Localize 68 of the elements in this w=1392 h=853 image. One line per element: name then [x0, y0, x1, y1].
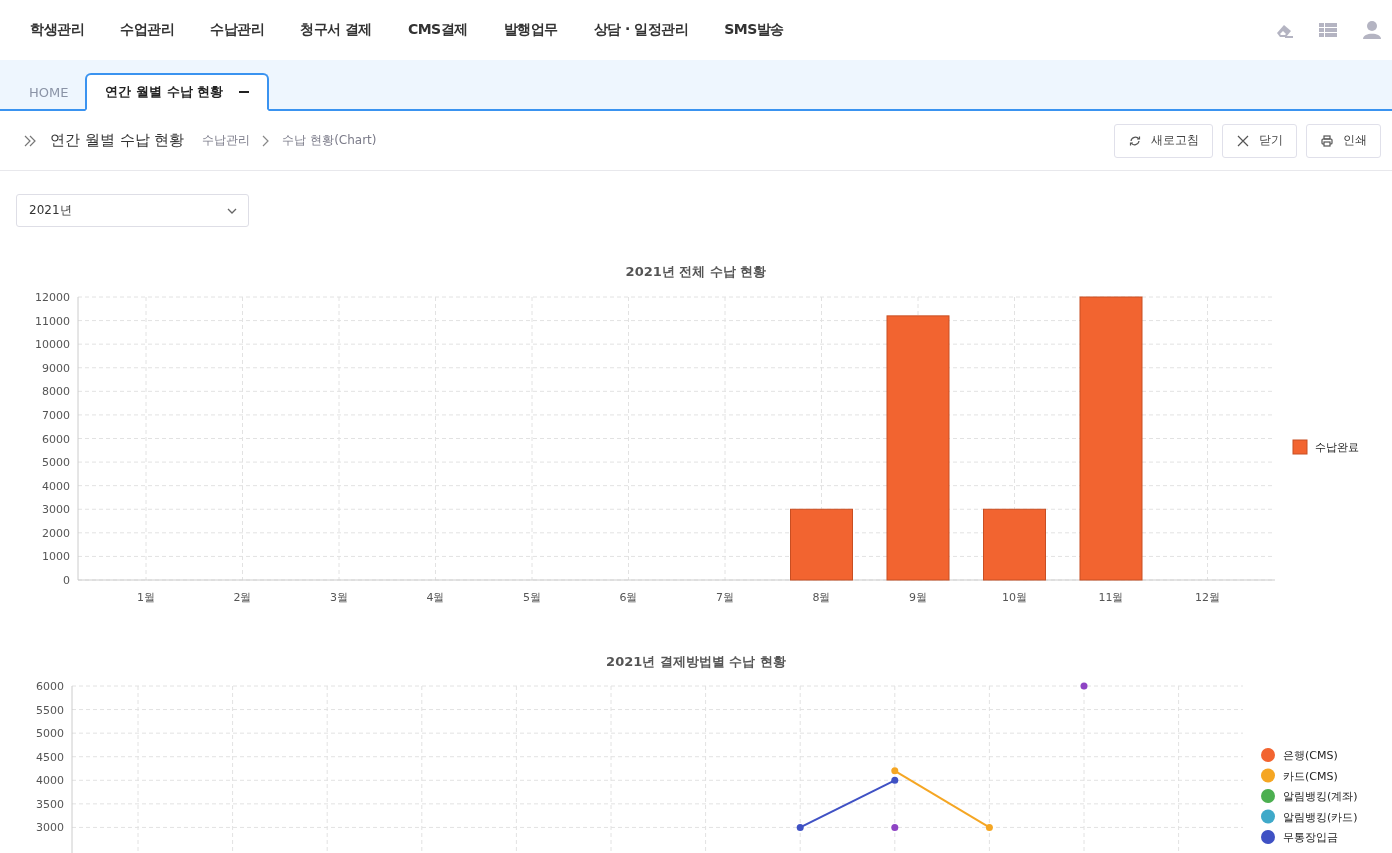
refresh-icon — [1129, 134, 1141, 147]
axis-tick-label: 2월 — [233, 591, 252, 604]
menu-item[interactable]: CMS결제 — [407, 21, 468, 39]
axis-tick-label: 6000 — [42, 432, 70, 446]
breadcrumb-link[interactable]: 수납관리 — [202, 132, 251, 149]
legend-label: 무통장입금 — [1283, 831, 1338, 844]
axis-tick-label: 4000 — [42, 479, 70, 493]
axis-tick-label: 0 — [63, 574, 70, 587]
axis-tick-label: 3000 — [42, 503, 70, 517]
chevron-right-icon — [262, 134, 271, 147]
menu-item[interactable]: 학생관리 — [30, 21, 84, 39]
axis-tick-label: 2000 — [42, 526, 70, 540]
axis-tick-label: 4500 — [36, 750, 64, 764]
chevron-down-icon — [227, 207, 237, 214]
legend-label: 알림뱅킹(계좌) — [1283, 790, 1358, 803]
data-point — [1080, 682, 1088, 690]
axis-tick-label: 5000 — [42, 456, 70, 470]
year-select[interactable]: 2021년 — [16, 194, 249, 227]
axis-tick-label: 6월 — [619, 591, 638, 604]
axis-tick-label: 4000 — [36, 774, 64, 788]
breadcrumb-link[interactable]: 수납 현황(Chart) — [282, 132, 377, 149]
close-icon — [1237, 134, 1249, 147]
table-icon[interactable] — [1318, 20, 1338, 40]
axis-tick-label: 6000 — [36, 680, 64, 693]
data-point — [985, 823, 993, 831]
legend-label: 은행(CMS) — [1283, 749, 1338, 762]
axis-tick-label: 12000 — [35, 291, 70, 304]
axis-tick-label: 12월 — [1195, 591, 1220, 604]
axis-tick-label: 9000 — [42, 361, 70, 375]
double-chevron-icon — [24, 134, 36, 147]
menu-item[interactable]: 수납관리 — [210, 21, 264, 39]
legend-label: 카드(CMS) — [1283, 769, 1338, 783]
axis-tick-label: 3000 — [36, 821, 64, 835]
axis-tick-label: 11월 — [1098, 591, 1124, 604]
toolbar-button[interactable]: 닫기 — [1222, 123, 1297, 158]
toolbar-button[interactable]: 인쇄 — [1306, 123, 1381, 158]
user-icon[interactable] — [1362, 20, 1382, 40]
menu-item[interactable]: SMS발송 — [724, 21, 784, 39]
tab[interactable]: 연간 월별 수납 현황 — [85, 73, 270, 111]
menu-item[interactable]: 수업관리 — [120, 21, 174, 39]
axis-tick-label: 1000 — [42, 550, 70, 564]
axis-tick-label: 9월 — [909, 591, 927, 604]
axis-tick-label: 10000 — [35, 338, 70, 352]
data-point — [891, 823, 899, 831]
axis-tick-label: 5월 — [523, 591, 541, 604]
legend-label: 알림뱅킹(카드) — [1283, 810, 1358, 824]
axis-tick-label: 4월 — [426, 591, 445, 604]
axis-tick-label: 1월 — [137, 591, 155, 604]
printer-icon — [1321, 134, 1333, 147]
axis-tick-label: 7000 — [42, 408, 70, 422]
data-point — [796, 823, 804, 831]
axis-tick-label: 5500 — [36, 703, 64, 717]
axis-tick-label: 8월 — [812, 591, 831, 604]
axis-tick-label: 3500 — [36, 797, 64, 811]
axis-tick-label: 3월 — [330, 591, 348, 604]
axis-tick-label: 10월 — [1002, 591, 1027, 604]
menu-item[interactable]: 발행업무 — [503, 21, 558, 39]
axis-tick-label: 5000 — [36, 727, 64, 741]
menu-item[interactable]: 청구서 결제 — [300, 21, 372, 39]
axis-tick-label: 11000 — [35, 314, 70, 328]
toolbar-button[interactable]: 새로고침 — [1114, 123, 1213, 158]
menu-item[interactable]: 상담 · 일정관리 — [593, 21, 689, 39]
legend-label: 수납완료 — [1315, 441, 1359, 454]
chart-title: 2021년 결제방법별 수납 현황 — [606, 654, 786, 669]
chart-title: 2021년 전체 수납 현황 — [625, 264, 767, 279]
axis-tick-label: 8000 — [42, 385, 70, 399]
axis-tick-label: 7월 — [716, 591, 734, 604]
page-title: 연간 월별 수납 현황 — [50, 131, 185, 150]
